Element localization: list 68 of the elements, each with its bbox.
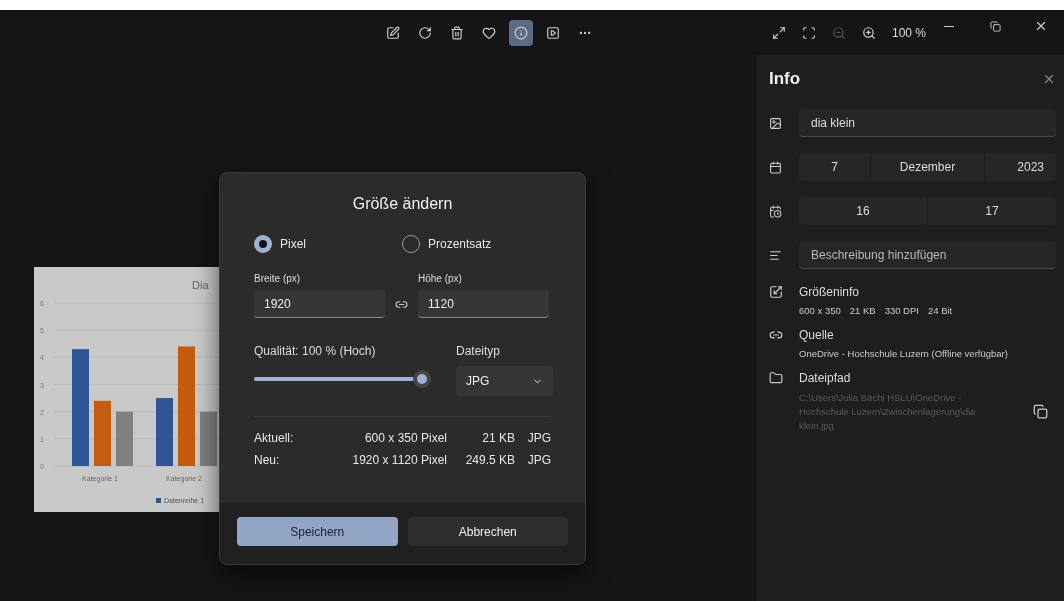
time-part[interactable]: 17 — [927, 197, 1056, 225]
section-detail: 600 x 350 — [799, 305, 841, 316]
copy-button[interactable] — [1033, 404, 1048, 420]
close-icon — [1042, 72, 1056, 86]
image-icon — [769, 116, 782, 130]
toolbar-button[interactable] — [509, 19, 533, 46]
bar — [200, 411, 217, 466]
section-detail: 24 Bit — [927, 305, 953, 316]
heart-icon — [482, 25, 496, 40]
section-title: Quelle — [799, 328, 835, 342]
date-part[interactable]: Dezember — [870, 153, 984, 181]
time-part[interactable]: 16 — [799, 197, 927, 225]
radio-option[interactable]: Prozentsatz — [402, 235, 492, 253]
dialog-title: Größe ändern — [351, 195, 454, 213]
resize-icon — [769, 285, 783, 299]
folder-icon — [769, 371, 783, 385]
description-field[interactable]: Beschreibung hinzufügen — [799, 241, 1056, 269]
radio-option[interactable]: Pixel — [254, 235, 354, 253]
trash-icon — [450, 25, 464, 40]
summary-type: JPG — [526, 431, 551, 445]
bar — [156, 398, 173, 466]
close-button[interactable] — [1042, 72, 1056, 86]
section-detail: OneDrive - Hochschule Luzern (Offline verfügbar) — [799, 348, 1008, 359]
section-title: Größeninfo — [799, 285, 861, 299]
link-icon — [769, 328, 783, 342]
filetype-dropdown[interactable]: JPG — [456, 366, 553, 396]
copy-icon — [1033, 404, 1048, 420]
filetype-label: Dateityp — [456, 344, 502, 358]
bar — [116, 411, 133, 466]
minimize-icon — [944, 25, 954, 27]
zoom-in-icon — [862, 25, 876, 40]
expand-icon — [772, 25, 786, 40]
summary-dimensions: 600 x 350 Pixel — [363, 431, 447, 445]
calendar-clock-icon — [769, 204, 782, 218]
summary-label: Neu: — [254, 453, 281, 467]
fit-icon — [802, 25, 816, 40]
cancel-button[interactable]: Abbrechen — [407, 517, 568, 546]
date-part[interactable]: 7 — [799, 153, 871, 181]
name-field[interactable]: dia klein — [799, 109, 1056, 137]
summary-dimensions: 1920 x 1120 Pixel — [351, 453, 447, 467]
panel-title: Info — [769, 69, 801, 89]
bar — [94, 400, 111, 466]
close-icon — [1034, 19, 1048, 33]
summary-type: JPG — [526, 453, 551, 467]
field-label: Breite (px) — [254, 273, 302, 284]
slider-thumb[interactable] — [413, 370, 431, 388]
calendar-icon — [769, 160, 782, 174]
zoom-level: 100 % — [892, 25, 926, 40]
section-detail: 21 KB — [849, 305, 876, 316]
date-part[interactable]: 2023 — [983, 153, 1056, 181]
info-icon — [514, 25, 528, 40]
text-lines-icon — [769, 248, 782, 262]
zoom-out-icon — [832, 25, 846, 40]
section-detail: 330 DPI — [884, 305, 919, 316]
field-label: Höhe (px) — [418, 273, 463, 284]
width-input[interactable]: 1920 — [254, 290, 385, 318]
section-title: Dateipfad — [799, 371, 852, 385]
edit-image-icon — [386, 25, 400, 40]
summary-label: Aktuell: — [254, 431, 295, 445]
height-input[interactable]: 1120 — [418, 290, 549, 318]
summary-size: 21 KB — [481, 431, 515, 445]
slideshow-icon — [546, 25, 560, 40]
summary-size: 249.5 KB — [464, 453, 515, 467]
chart-title: Dia — [192, 279, 209, 291]
save-button[interactable]: Speichern — [237, 517, 398, 546]
quality-label: Qualität: 100 % (Hoch) — [254, 344, 377, 358]
rotate-icon — [418, 25, 432, 40]
restore-icon — [989, 20, 1001, 32]
